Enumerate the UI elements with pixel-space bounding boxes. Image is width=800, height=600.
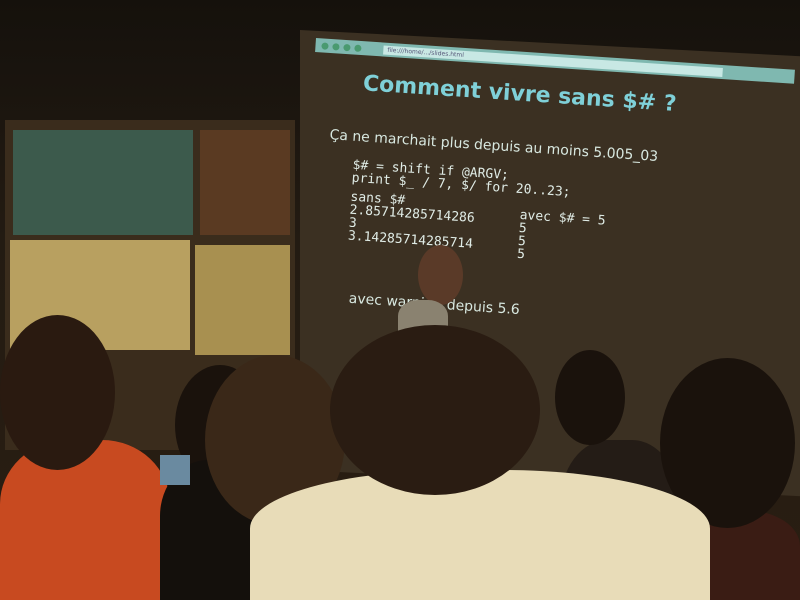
audience-member-white-shirt: [250, 470, 710, 600]
left-value: 3.14285714285714: [347, 228, 474, 252]
display-panel: [200, 130, 290, 235]
right-value: 5: [516, 246, 526, 263]
audience-head-foreground: [330, 325, 540, 495]
slide-title: Comment vivre sans $# ?: [362, 71, 678, 118]
left-value: 2.85714285714286: [349, 202, 476, 226]
display-panel: [195, 245, 290, 355]
audience-head: [0, 315, 115, 470]
reload-icon: [343, 43, 351, 51]
column-header-right: avec $# = 5: [519, 207, 607, 229]
laptop-screen: [160, 455, 190, 485]
back-icon: [321, 41, 329, 50]
home-icon: [354, 44, 362, 52]
projected-slide: file:///home/.../slides.html Comment viv…: [295, 38, 800, 390]
audience-head: [555, 350, 625, 445]
forward-icon: [332, 42, 340, 51]
presenter-head: [418, 245, 463, 305]
audience-member-orange-shirt: [0, 440, 170, 600]
display-panel: [13, 130, 193, 235]
